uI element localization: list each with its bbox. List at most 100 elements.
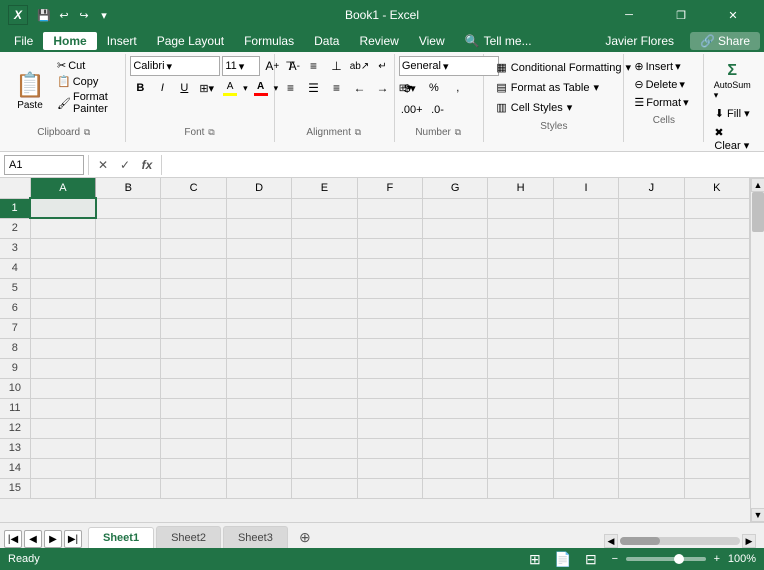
cell-K2[interactable] bbox=[684, 218, 749, 238]
menu-data[interactable]: Data bbox=[304, 32, 349, 50]
orientation-button[interactable]: ab↗ bbox=[348, 56, 370, 76]
row-header-10[interactable]: 10 bbox=[0, 378, 30, 398]
save-button[interactable]: 💾 bbox=[36, 7, 52, 23]
col-header-H[interactable]: H bbox=[488, 178, 553, 198]
number-launch-icon[interactable]: ⧉ bbox=[453, 128, 463, 138]
cell-F4[interactable] bbox=[357, 258, 422, 278]
menu-view[interactable]: View bbox=[409, 32, 455, 50]
fill-color-button[interactable]: A bbox=[219, 78, 241, 98]
format-as-table-button[interactable]: ▤ Format as Table ▾ bbox=[490, 78, 617, 97]
insert-function-button[interactable]: fx bbox=[137, 155, 157, 175]
cell-B14[interactable] bbox=[96, 458, 161, 478]
cell-E4[interactable] bbox=[292, 258, 357, 278]
cell-C8[interactable] bbox=[161, 338, 226, 358]
scroll-down-button[interactable]: ▼ bbox=[751, 508, 764, 522]
cell-H1[interactable] bbox=[488, 198, 553, 218]
cell-E6[interactable] bbox=[292, 298, 357, 318]
cell-J7[interactable] bbox=[619, 318, 684, 338]
menu-review[interactable]: Review bbox=[349, 32, 408, 50]
cell-H14[interactable] bbox=[488, 458, 553, 478]
cell-H8[interactable] bbox=[488, 338, 553, 358]
cell-D6[interactable] bbox=[226, 298, 291, 318]
cell-I13[interactable] bbox=[553, 438, 618, 458]
share-button[interactable]: 🔗Share bbox=[690, 32, 760, 50]
cell-G14[interactable] bbox=[423, 458, 488, 478]
cell-A10[interactable] bbox=[30, 378, 95, 398]
cell-E9[interactable] bbox=[292, 358, 357, 378]
menu-formulas[interactable]: Formulas bbox=[234, 32, 304, 50]
cell-K12[interactable] bbox=[684, 418, 749, 438]
zoom-out-button[interactable]: − bbox=[608, 552, 622, 566]
cell-D3[interactable] bbox=[226, 238, 291, 258]
percent-button[interactable]: % bbox=[423, 78, 445, 98]
cell-K6[interactable] bbox=[684, 298, 749, 318]
cell-G12[interactable] bbox=[423, 418, 488, 438]
align-left-button[interactable]: ≡ bbox=[279, 78, 301, 98]
cell-H3[interactable] bbox=[488, 238, 553, 258]
cell-D2[interactable] bbox=[226, 218, 291, 238]
cell-J5[interactable] bbox=[619, 278, 684, 298]
cell-E7[interactable] bbox=[292, 318, 357, 338]
row-header-6[interactable]: 6 bbox=[0, 298, 30, 318]
hscroll-left-button[interactable]: ◀ bbox=[604, 534, 618, 548]
wrap-text-button[interactable]: ↵ bbox=[371, 56, 393, 76]
italic-button[interactable]: I bbox=[152, 78, 172, 98]
align-middle-button[interactable]: ≡ bbox=[302, 56, 324, 76]
tab-sheet3[interactable]: Sheet3 bbox=[223, 526, 288, 548]
cell-I2[interactable] bbox=[553, 218, 618, 238]
cell-G5[interactable] bbox=[423, 278, 488, 298]
cell-D4[interactable] bbox=[226, 258, 291, 278]
cell-C5[interactable] bbox=[161, 278, 226, 298]
cell-G1[interactable] bbox=[423, 198, 488, 218]
row-header-13[interactable]: 13 bbox=[0, 438, 30, 458]
cell-E2[interactable] bbox=[292, 218, 357, 238]
cell-J13[interactable] bbox=[619, 438, 684, 458]
col-header-J[interactable]: J bbox=[619, 178, 684, 198]
cell-G6[interactable] bbox=[423, 298, 488, 318]
cell-B13[interactable] bbox=[96, 438, 161, 458]
menu-page-layout[interactable]: Page Layout bbox=[147, 32, 234, 50]
cell-K4[interactable] bbox=[684, 258, 749, 278]
col-header-D[interactable]: D bbox=[226, 178, 291, 198]
cell-B2[interactable] bbox=[96, 218, 161, 238]
font-launch-icon[interactable]: ⧉ bbox=[206, 128, 216, 138]
cell-H2[interactable] bbox=[488, 218, 553, 238]
cell-I15[interactable] bbox=[553, 478, 618, 498]
cell-C3[interactable] bbox=[161, 238, 226, 258]
cell-C10[interactable] bbox=[161, 378, 226, 398]
cell-A13[interactable] bbox=[30, 438, 95, 458]
cell-J4[interactable] bbox=[619, 258, 684, 278]
cell-H7[interactable] bbox=[488, 318, 553, 338]
row-header-3[interactable]: 3 bbox=[0, 238, 30, 258]
cell-C12[interactable] bbox=[161, 418, 226, 438]
cell-C7[interactable] bbox=[161, 318, 226, 338]
cell-E11[interactable] bbox=[292, 398, 357, 418]
undo-button[interactable]: ↩ bbox=[56, 7, 72, 23]
underline-button[interactable]: U bbox=[174, 78, 194, 98]
increase-indent-button[interactable]: → bbox=[371, 78, 393, 98]
user-name[interactable]: Javier Flores bbox=[595, 32, 684, 50]
cell-A6[interactable] bbox=[30, 298, 95, 318]
cell-D9[interactable] bbox=[226, 358, 291, 378]
cell-D12[interactable] bbox=[226, 418, 291, 438]
cell-B15[interactable] bbox=[96, 478, 161, 498]
cell-I11[interactable] bbox=[553, 398, 618, 418]
cell-B5[interactable] bbox=[96, 278, 161, 298]
hscroll-right-button[interactable]: ▶ bbox=[742, 534, 756, 548]
cell-A12[interactable] bbox=[30, 418, 95, 438]
cell-G15[interactable] bbox=[423, 478, 488, 498]
cell-A15[interactable] bbox=[30, 478, 95, 498]
tab-sheet2[interactable]: Sheet2 bbox=[156, 526, 221, 548]
col-header-A[interactable]: A bbox=[30, 178, 95, 198]
cell-F11[interactable] bbox=[357, 398, 422, 418]
cell-K10[interactable] bbox=[684, 378, 749, 398]
cell-K7[interactable] bbox=[684, 318, 749, 338]
cell-K13[interactable] bbox=[684, 438, 749, 458]
paste-button[interactable]: 📋 Paste bbox=[8, 56, 52, 125]
normal-view-button[interactable]: ⊞ bbox=[524, 550, 546, 568]
bold-button[interactable]: B bbox=[130, 78, 150, 98]
col-header-B[interactable]: B bbox=[96, 178, 161, 198]
cell-A1[interactable] bbox=[30, 198, 95, 218]
currency-button[interactable]: $▾ bbox=[399, 78, 421, 98]
cell-G4[interactable] bbox=[423, 258, 488, 278]
